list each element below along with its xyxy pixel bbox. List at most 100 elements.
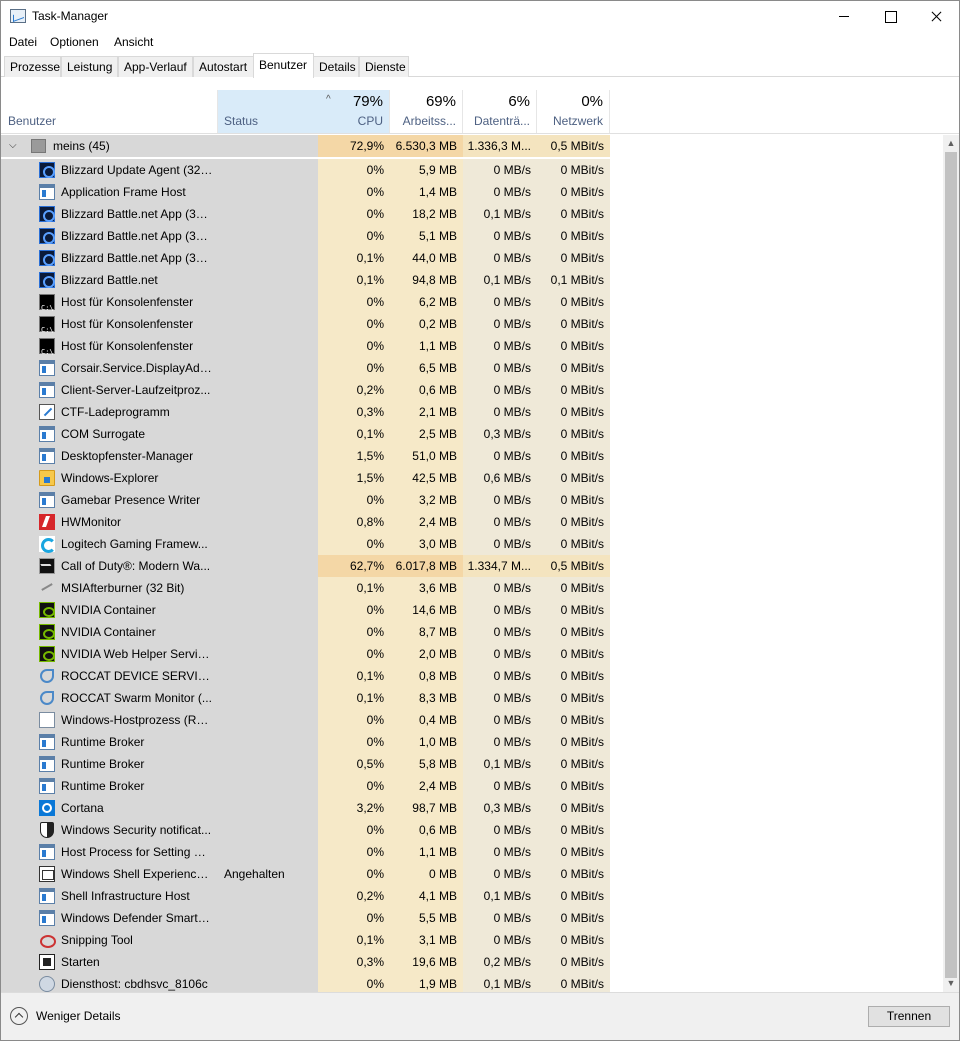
process-memory: 1,1 MB (390, 335, 463, 357)
minimize-button[interactable] (821, 1, 867, 32)
process-row[interactable]: Blizzard Battle.net App (32 ... 0,1% 44,0 … (1, 247, 943, 269)
menu-datei[interactable]: Datei (9, 35, 37, 49)
process-row[interactable]: Runtime Broker 0% 1,0 MB 0 MB/s 0 MBit/s (1, 731, 943, 753)
process-row[interactable]: NVIDIA Web Helper Servic... 0% 2,0 MB 0 MB/… (1, 643, 943, 665)
header-net[interactable]: 0% Netzwerk (537, 90, 610, 133)
process-name: Host für Konsolenfenster (61, 295, 194, 309)
process-row[interactable]: Application Frame Host 0% 1,4 MB 0 MB/s 0 MB… (1, 181, 943, 203)
process-memory: 3,1 MB (390, 929, 463, 951)
process-row[interactable]: Corsair.Service.DisplayAda... 0% 6,5 MB 0 M… (1, 357, 943, 379)
tab-prozesse[interactable]: Prozesse (4, 56, 61, 77)
group-label: meins (45) (53, 139, 110, 153)
process-row[interactable]: Runtime Broker 0,5% 5,8 MB 0,1 MB/s 0 MBit/s (1, 753, 943, 775)
process-row[interactable]: Host für Konsolenfenster 0%1,1 MB0 MB/s0 … (1, 335, 943, 357)
process-row[interactable]: NVIDIA Container 0% 8,7 MB 0 MB/s 0 MBit/s (1, 621, 943, 643)
process-status (218, 357, 318, 379)
process-row[interactable]: Desktopfenster-Manager 1,5% 51,0 MB 0 MB/s 0… (1, 445, 943, 467)
chevron-down-icon[interactable]: ⌵ (9, 135, 17, 157)
header-disk[interactable]: 6% Datenträ... (463, 90, 537, 133)
process-cpu: 0,8% (318, 511, 390, 533)
window-icon (39, 778, 55, 794)
process-disk: 0 MB/s (463, 357, 537, 379)
scroll-thumb[interactable] (945, 152, 957, 978)
process-row[interactable]: Host für Konsolenfenster 0%6,2 MB0 MB/s0 … (1, 291, 943, 313)
process-row[interactable]: Blizzard Battle.net App (32 ... 0% 5,1 MB 0… (1, 225, 943, 247)
process-row[interactable]: COM Surrogate 0,1% 2,5 MB 0,3 MB/s 0 MBit/s (1, 423, 943, 445)
maximize-button[interactable] (867, 1, 913, 32)
process-status (218, 335, 318, 357)
process-row[interactable]: Gamebar Presence Writer 0% 3,2 MB 0 MB/s 0 M… (1, 489, 943, 511)
tab-bar: Prozesse Leistung App-Verlauf Autostart … (1, 53, 959, 78)
header-status-cpu[interactable]: Status ^ 79% CPU (218, 90, 390, 133)
process-cpu: 0% (318, 357, 390, 379)
process-name: Windows Security notificat... (61, 823, 212, 837)
collapse-details-icon[interactable] (10, 1007, 28, 1025)
process-status (218, 313, 318, 335)
process-name: Runtime Broker (61, 757, 145, 771)
tab-autostart[interactable]: Autostart (193, 56, 254, 77)
process-name: Shell Infrastructure Host (61, 889, 190, 903)
user-group-row[interactable]: ⌵ meins (45) 72,9% 6.530,3 MB 1.336,3 M.… (1, 135, 943, 157)
process-row[interactable]: Host für Konsolenfenster 0%0,2 MB0 MB/s0 … (1, 313, 943, 335)
process-memory: 94,8 MB (390, 269, 463, 291)
process-row[interactable]: Blizzard Update Agent (32 ... 0% 5,9 MB 0 M… (1, 159, 943, 181)
process-row[interactable]: ROCCAT Swarm Monitor (... 0,1% 8,3 MB 0 MB/… (1, 687, 943, 709)
tab-dienste[interactable]: Dienste (359, 56, 409, 77)
process-status: Angehalten (218, 863, 318, 885)
header-mem[interactable]: 69% Arbeitss... (390, 90, 463, 133)
process-row[interactable]: Host Process for Setting Sy... 0% 1,1 MB 0 … (1, 841, 943, 863)
process-network: 0 MBit/s (537, 489, 610, 511)
process-status (218, 291, 318, 313)
close-button[interactable] (913, 1, 959, 32)
process-cpu: 0% (318, 489, 390, 511)
menu-optionen[interactable]: Optionen (50, 35, 99, 49)
menu-ansicht[interactable]: Ansicht (114, 35, 153, 49)
header-benutzer[interactable]: Benutzer (1, 90, 218, 133)
process-name: Blizzard Battle.net App (32 ... (61, 207, 213, 221)
process-row[interactable]: Windows-Explorer 1,5% 42,5 MB 0,6 MB/s 0 MBi… (1, 467, 943, 489)
process-memory: 19,6 MB (390, 951, 463, 973)
process-row[interactable]: HWMonitor 0,8% 2,4 MB 0 MB/s 0 MBit/s (1, 511, 943, 533)
process-status (218, 511, 318, 533)
process-row[interactable]: ROCCAT DEVICE SERVICE (...0,1%0,8 MB0 MB… (1, 665, 943, 687)
process-row[interactable]: Call of Duty®: Modern Wa... 62,7% 6.017,8 … (1, 555, 943, 577)
process-row[interactable]: Runtime Broker 0% 2,4 MB 0 MB/s 0 MBit/s (1, 775, 943, 797)
disconnect-button[interactable]: Trennen (868, 1006, 950, 1027)
process-row[interactable]: Windows-Hostprozess (Ru... 0% 0,4 MB 0 MB/s… (1, 709, 943, 731)
process-row[interactable]: NVIDIA Container 0% 14,6 MB 0 MB/s 0 MBit/s (1, 599, 943, 621)
fewer-details-link[interactable]: Weniger Details (36, 1009, 120, 1023)
tab-leistung[interactable]: Leistung (61, 56, 118, 77)
process-disk: 0 MB/s (463, 335, 537, 357)
process-name-cell: HWMonitor (1, 511, 218, 533)
vertical-scrollbar[interactable]: ▲ ▼ (943, 135, 959, 992)
process-memory: 0 MB (390, 863, 463, 885)
tab-details[interactable]: Details (313, 56, 359, 77)
tab-benutzer[interactable]: Benutzer (253, 53, 314, 78)
header-mem-label: Arbeitss... (402, 114, 456, 128)
process-name-cell: Runtime Broker (1, 753, 218, 775)
process-row[interactable]: Blizzard Battle.net 0,1% 94,8 MB 0,1 MB/s 0,… (1, 269, 943, 291)
process-row[interactable]: Windows Defender SmartS... 0% 5,5 MB 0 MB/s… (1, 907, 943, 929)
process-row[interactable]: Shell Infrastructure Host 0,2% 4,1 MB 0,1 M… (1, 885, 943, 907)
process-row[interactable]: Client-Server-Laufzeitproz... 0,2% 0,6 MB 0… (1, 379, 943, 401)
process-row[interactable]: MSIAfterburner (32 Bit) 0,1% 3,6 MB 0 MB/s 0… (1, 577, 943, 599)
process-row[interactable]: Logitech Gaming Framew... 0% 3,0 MB 0 MB/s 0… (1, 533, 943, 555)
process-memory: 1,9 MB (390, 973, 463, 992)
process-row[interactable]: Windows Shell Experience ... Angehalten 0%… (1, 863, 943, 885)
process-row[interactable]: Snipping Tool 0,1% 3,1 MB 0 MB/s 0 MBit/s (1, 929, 943, 951)
scroll-up-arrow-icon[interactable]: ▲ (943, 135, 959, 152)
process-status (218, 401, 318, 423)
process-row[interactable]: Diensthost: cbdhsvc_8106c 0% 1,9 MB 0,1 MB/… (1, 973, 943, 992)
tab-app-verlauf[interactable]: App-Verlauf (118, 56, 193, 77)
process-row[interactable]: Windows Security notificat... 0% 0,6 MB 0 M… (1, 819, 943, 841)
process-row[interactable]: Blizzard Battle.net App (32 ... 0% 18,2 MB… (1, 203, 943, 225)
process-row[interactable]: CTF-Ladeprogramm 0,3% 2,1 MB 0 MB/s 0 MBit/s (1, 401, 943, 423)
process-name: NVIDIA Web Helper Servic... (61, 647, 213, 661)
header-status-label: Status (224, 114, 259, 128)
process-row[interactable]: Starten 0,3% 19,6 MB 0,2 MB/s 0 MBit/s (1, 951, 943, 973)
process-network: 0 MBit/s (537, 247, 610, 269)
process-disk: 0 MB/s (463, 687, 537, 709)
window-icon (39, 844, 55, 860)
process-row[interactable]: Cortana 3,2% 98,7 MB 0,3 MB/s 0 MBit/s (1, 797, 943, 819)
scroll-down-arrow-icon[interactable]: ▼ (943, 975, 959, 992)
